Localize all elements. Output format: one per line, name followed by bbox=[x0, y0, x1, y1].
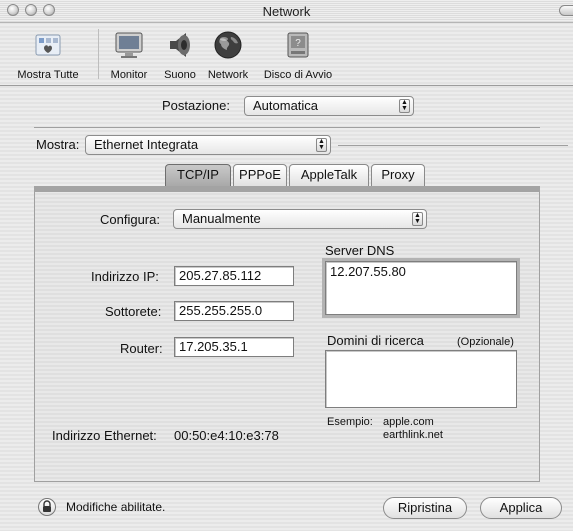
toolbar-label-startup-disk: Disco di Avvio bbox=[263, 69, 333, 81]
dns-server-field[interactable]: 12.207.55.80 bbox=[322, 258, 520, 318]
search-domains-field[interactable] bbox=[325, 350, 517, 408]
popup-arrows-icon: ▲ ▼ bbox=[412, 212, 423, 226]
ethernet-address-value: 00:50:e4:10:e3:78 bbox=[174, 428, 279, 443]
tab-appletalk[interactable]: AppleTalk bbox=[289, 164, 369, 186]
toolbar-label-show-all: Mostra Tutte bbox=[17, 69, 79, 81]
show-label: Mostra: bbox=[36, 137, 80, 152]
location-popup[interactable]: Automatica ▲ ▼ bbox=[244, 96, 414, 116]
globe-icon bbox=[214, 31, 242, 59]
window-title: Network bbox=[262, 4, 311, 19]
subnet-label: Sottorete: bbox=[105, 304, 162, 319]
toolbar-label-network: Network bbox=[207, 69, 249, 81]
toolbar-item-startup-disk[interactable]: ? Disco di Avvio bbox=[258, 27, 338, 83]
search-domains-label: Domini di ricerca bbox=[327, 333, 424, 348]
router-label: Router: bbox=[120, 341, 163, 356]
subnet-value: 255.255.255.0 bbox=[179, 303, 263, 318]
ethernet-address-label: Indirizzo Ethernet: bbox=[52, 428, 157, 443]
tab-tcpip[interactable]: TCP/IP bbox=[165, 164, 231, 186]
popup-arrows-icon: ▲ ▼ bbox=[316, 138, 327, 152]
show-popup[interactable]: Ethernet Integrata ▲ ▼ bbox=[85, 135, 331, 155]
toolbar-label-sound: Suono bbox=[164, 69, 196, 81]
example-line-2: earthlink.net bbox=[383, 429, 443, 441]
toolbar: Mostra Tutte Monitor Suono Network ? Dis… bbox=[0, 23, 573, 86]
router-value: 17.205.35.1 bbox=[179, 339, 248, 354]
lock-icon bbox=[43, 500, 51, 512]
router-field[interactable]: 17.205.35.1 bbox=[174, 337, 294, 357]
ip-label: Indirizzo IP: bbox=[91, 269, 159, 284]
monitor-icon bbox=[115, 32, 143, 58]
dns-server-value: 12.207.55.80 bbox=[330, 264, 406, 279]
show-all-icon bbox=[35, 34, 61, 56]
location-value: Automatica bbox=[253, 98, 319, 113]
revert-button[interactable]: Ripristina bbox=[383, 497, 467, 519]
apply-button[interactable]: Applica bbox=[480, 497, 562, 519]
example-line-1: apple.com bbox=[383, 416, 434, 428]
popup-arrows-icon: ▲ ▼ bbox=[399, 99, 410, 113]
dns-label: Server DNS bbox=[325, 243, 395, 258]
ip-address-field[interactable]: 205.27.85.112 bbox=[174, 266, 294, 286]
optional-label: (Opzionale) bbox=[457, 336, 514, 348]
example-label: Esempio: bbox=[327, 416, 373, 428]
ip-address-value: 205.27.85.112 bbox=[179, 268, 262, 283]
show-value: Ethernet Integrata bbox=[94, 137, 199, 152]
svg-text:?: ? bbox=[295, 38, 301, 49]
divider bbox=[34, 127, 540, 128]
tab-pppoe[interactable]: PPPoE bbox=[233, 164, 287, 186]
configure-label: Configura: bbox=[100, 212, 160, 227]
lock-button[interactable] bbox=[38, 498, 56, 516]
location-label: Postazione: bbox=[162, 98, 230, 113]
toolbar-item-monitor[interactable]: Monitor bbox=[104, 27, 154, 83]
divider bbox=[338, 145, 568, 146]
toolbar-item-show-all[interactable]: Mostra Tutte bbox=[2, 27, 94, 83]
speaker-icon bbox=[170, 33, 190, 57]
toolbar-item-network[interactable]: Network bbox=[204, 27, 252, 83]
title-bar: Network bbox=[0, 0, 573, 23]
toolbar-label-monitor: Monitor bbox=[110, 69, 148, 81]
configure-value: Manualmente bbox=[182, 211, 261, 226]
network-preferences-window: Network Mostra Tutte Monitor Suono Netwo… bbox=[0, 0, 573, 531]
subnet-field[interactable]: 255.255.255.0 bbox=[174, 301, 294, 321]
toolbar-separator bbox=[98, 29, 99, 79]
toolbar-toggle-icon[interactable] bbox=[559, 5, 573, 16]
tab-proxy[interactable]: Proxy bbox=[371, 164, 425, 186]
tab-panel-top-bar bbox=[34, 186, 540, 192]
configure-popup[interactable]: Manualmente ▲ ▼ bbox=[173, 209, 427, 229]
startup-disk-icon: ? bbox=[287, 32, 309, 58]
toolbar-item-sound[interactable]: Suono bbox=[158, 27, 202, 83]
lock-status-text: Modifiche abilitate. bbox=[66, 500, 166, 514]
